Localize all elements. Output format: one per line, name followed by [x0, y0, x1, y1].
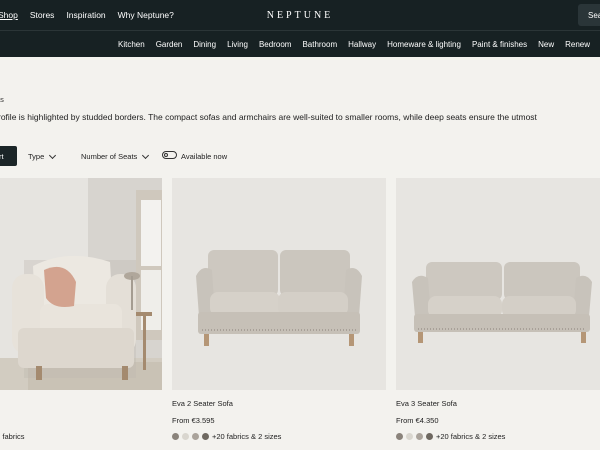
fabric-swatch[interactable] — [172, 433, 179, 440]
seats-filter-label: Number of Seats — [81, 152, 138, 161]
category-nav: Kitchen Garden Dining Living Bedroom Bat… — [118, 40, 590, 49]
category-new[interactable]: New — [538, 40, 554, 49]
category-bathroom[interactable]: Bathroom — [302, 40, 337, 49]
toggle-knob — [164, 153, 168, 157]
collection-intro: rofile is highlighted by studded borders… — [0, 112, 537, 122]
category-homeware-lighting[interactable]: Homeware & lighting — [387, 40, 461, 49]
top-bar: Shop Stores Inspiration Why Neptune? NEP… — [0, 0, 600, 30]
fabric-count: +20 fabrics & 2 sizes — [436, 432, 506, 441]
category-hallway[interactable]: Hallway — [348, 40, 376, 49]
fabric-options[interactable]: 20 fabrics — [0, 432, 25, 441]
category-dining[interactable]: Dining — [193, 40, 216, 49]
product-price: From €4.350 — [396, 416, 439, 425]
type-filter-label: Type — [28, 152, 45, 161]
page: Shop Stores Inspiration Why Neptune? NEP… — [0, 0, 600, 450]
fabric-options[interactable]: +20 fabrics & 2 sizes — [172, 432, 281, 441]
fabric-options[interactable]: +20 fabrics & 2 sizes — [396, 432, 505, 441]
category-renew[interactable]: Renew — [565, 40, 590, 49]
fabric-swatch[interactable] — [406, 433, 413, 440]
fabric-swatch[interactable] — [192, 433, 199, 440]
chevron-down-icon — [49, 151, 57, 159]
fabric-swatch[interactable] — [182, 433, 189, 440]
product-image[interactable] — [396, 178, 600, 390]
filter-bar: rt Type Number of Seats Available now — [0, 146, 600, 166]
logo[interactable]: NEPTUNE — [0, 10, 600, 21]
type-filter[interactable]: Type — [28, 151, 57, 161]
product-image[interactable] — [172, 178, 386, 390]
available-now-toggle[interactable] — [162, 151, 177, 159]
category-paint-finishes[interactable]: Paint & finishes — [472, 40, 527, 49]
product-image[interactable] — [0, 178, 162, 390]
fabric-swatch[interactable] — [426, 433, 433, 440]
three-seater-sofa — [396, 178, 600, 390]
product-name[interactable]: Eva 3 Seater Sofa — [396, 399, 457, 408]
available-now-label: Available now — [181, 152, 228, 161]
fabric-swatch[interactable] — [416, 433, 423, 440]
chevron-down-icon — [142, 151, 150, 159]
search-input[interactable]: Sea — [578, 4, 600, 26]
product-price: From €3.595 — [172, 416, 215, 425]
seats-filter[interactable]: Number of Seats — [81, 151, 150, 161]
fabric-count: 20 fabrics — [0, 432, 25, 441]
two-seater-sofa — [172, 178, 386, 390]
category-bar: Kitchen Garden Dining Living Bedroom Bat… — [0, 30, 600, 57]
product-name[interactable]: Eva 2 Seater Sofa — [172, 399, 233, 408]
sort-button[interactable]: rt — [0, 146, 17, 166]
category-kitchen[interactable]: Kitchen — [118, 40, 145, 49]
armchair-photo — [0, 178, 162, 390]
fabric-count: +20 fabrics & 2 sizes — [212, 432, 282, 441]
breadcrumb[interactable]: ts — [0, 95, 4, 104]
category-bedroom[interactable]: Bedroom — [259, 40, 291, 49]
category-garden[interactable]: Garden — [156, 40, 183, 49]
fabric-swatch[interactable] — [396, 433, 403, 440]
fabric-swatch[interactable] — [202, 433, 209, 440]
category-living[interactable]: Living — [227, 40, 248, 49]
